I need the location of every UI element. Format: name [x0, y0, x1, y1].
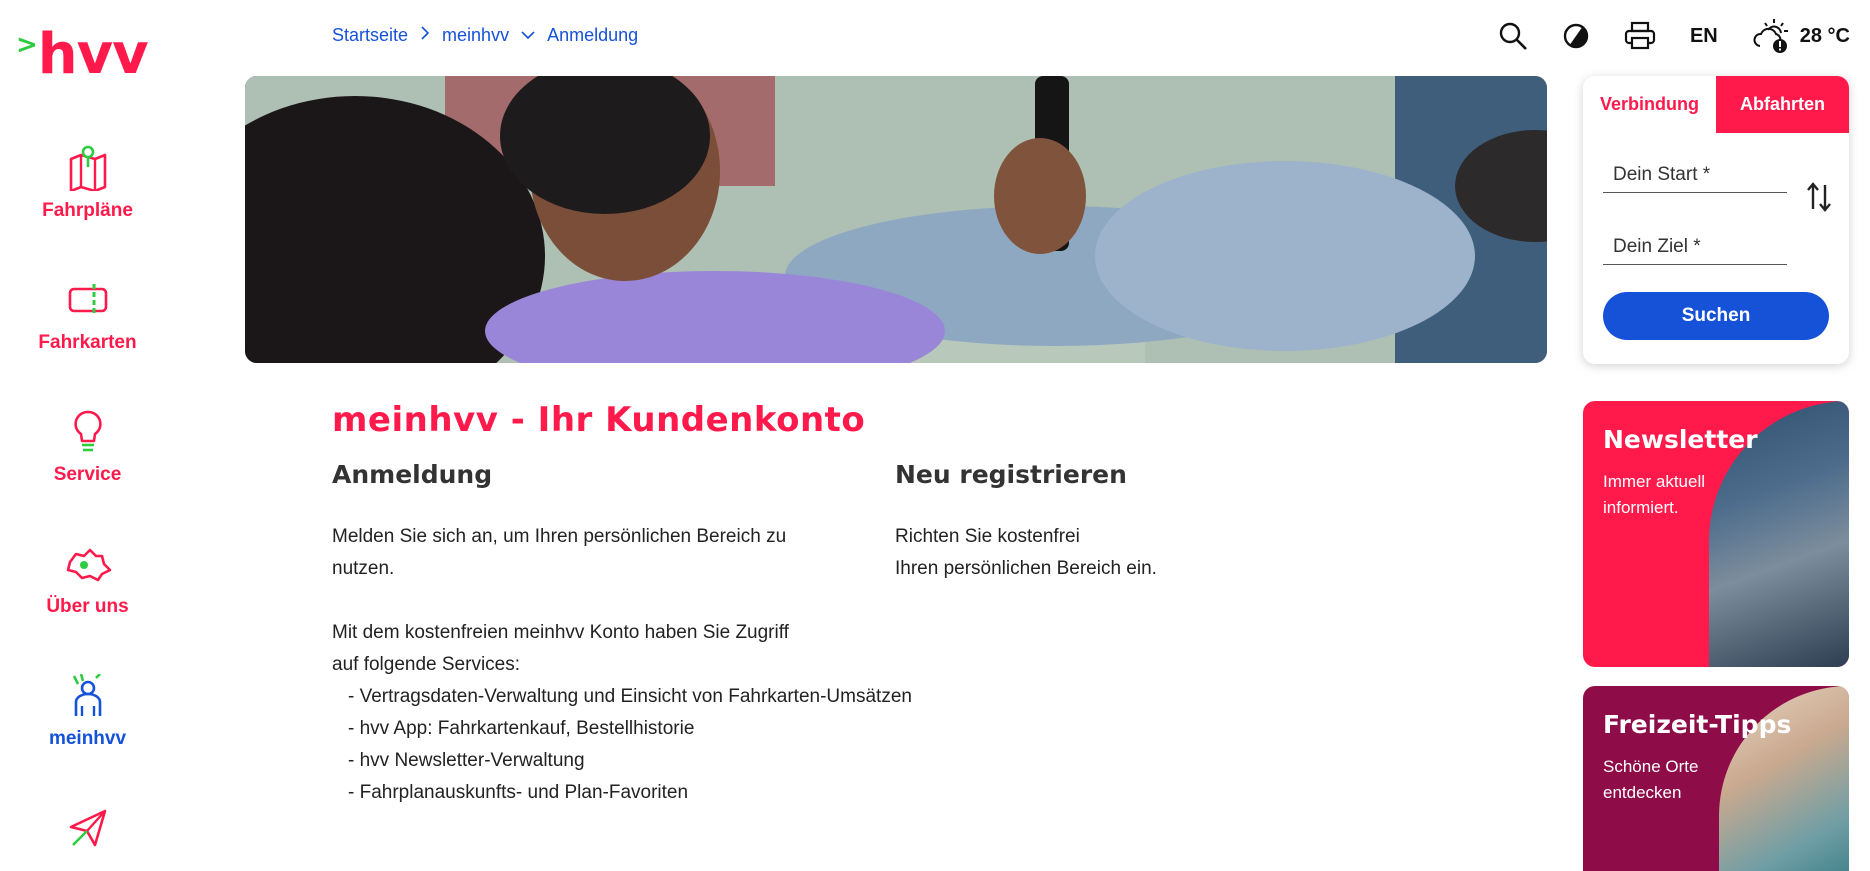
tab-verbindung[interactable]: Verbindung [1583, 76, 1716, 133]
search-button[interactable] [1498, 18, 1528, 54]
login-services-line-1: Mit dem kostenfreien meinhvv Konto haben… [332, 622, 789, 643]
swap-button[interactable] [1803, 178, 1835, 216]
logo-chevron: > [16, 30, 38, 60]
breadcrumb-current[interactable]: Anmeldung [547, 25, 638, 46]
lightbulb-icon [64, 408, 112, 456]
login-intro-line-1: Melden Sie sich an, um Ihren persönliche… [332, 526, 787, 547]
leisure-tips-title: Freizeit-Tipps [1603, 710, 1792, 739]
list-item: - Fahrplanauskunfts- und Plan-Favoriten [348, 782, 689, 803]
destination-input[interactable]: Dein Ziel * [1603, 236, 1787, 265]
register-section: Neu registrieren Richten Sie kostenfrei … [895, 460, 1295, 585]
contrast-icon [1563, 23, 1589, 49]
hvv-logo[interactable]: > hvv [16, 22, 166, 90]
page-title: meinhvv - Ihr Kundenkonto [332, 400, 866, 440]
weather-widget[interactable]: 28 °C [1752, 18, 1850, 54]
sidebar-item-label: Über uns [46, 596, 129, 617]
hero-image [245, 76, 1547, 363]
sidebar-item-fahrkarten[interactable]: Fahrkarten [0, 276, 175, 354]
leisure-tips-text: Schöne Orte entdecken [1603, 757, 1699, 802]
sidebar-item-label: Service [53, 464, 122, 485]
breadcrumb: Startseite meinhvv Anmeldung [332, 25, 638, 46]
widget-tabs: Verbindung Abfahrten [1583, 76, 1849, 133]
list-item: - hvv App: Fahrkartenkauf, Bestellhistor… [348, 718, 695, 739]
sidebar-item-meinhvv[interactable]: meinhvv [0, 672, 175, 750]
start-input[interactable]: Dein Start * [1603, 164, 1787, 193]
language-switch[interactable]: EN [1690, 18, 1718, 54]
weather-warning-icon [1753, 19, 1788, 53]
sidebar-item-label: Fahrkarten [38, 332, 137, 353]
register-line-1: Richten Sie kostenfrei [895, 526, 1080, 547]
tab-abfahrten[interactable]: Abfahrten [1716, 76, 1849, 133]
printer-icon [1624, 21, 1656, 50]
sidebar-item-label: meinhvv [48, 728, 127, 749]
ticket-icon [64, 276, 112, 324]
newsletter-text: Immer aktuell informiert. [1603, 472, 1706, 517]
sidebar-item-ueber-uns[interactable]: Über uns [0, 540, 175, 618]
hamburg-map-icon [64, 540, 112, 588]
paper-plane-icon [64, 804, 112, 852]
logo-text: hvv [37, 22, 149, 87]
chevron-right-icon [420, 26, 430, 45]
person-icon [64, 672, 112, 720]
search-connection-button[interactable]: Suchen [1603, 292, 1829, 340]
leisure-tips-card[interactable]: Freizeit-Tipps Schöne Orte entdecken [1583, 686, 1849, 871]
sidebar-item-fahrplaene[interactable]: Fahrpläne [0, 144, 175, 222]
breadcrumb-meinhvv[interactable]: meinhvv [442, 25, 509, 46]
register-heading[interactable]: Neu registrieren [895, 460, 1295, 489]
contrast-button[interactable] [1562, 18, 1590, 54]
newsletter-card[interactable]: Newsletter Immer aktuell informiert. [1583, 401, 1849, 667]
login-services-line-2: auf folgende Services: [332, 654, 521, 675]
sidebar-item-contact[interactable] [0, 804, 175, 852]
connection-search-widget: Verbindung Abfahrten Dein Start * Dein Z… [1583, 76, 1849, 364]
swap-arrows-icon [1807, 182, 1831, 212]
temperature: 28 °C [1799, 24, 1850, 47]
services-list: - Vertragsdaten-Verwaltung und Einsicht … [332, 681, 932, 809]
sidebar-item-label: Fahrpläne [42, 200, 133, 221]
top-toolbar: EN 28 °C [1464, 18, 1850, 54]
register-line-2: Ihren persönlichen Bereich ein. [895, 558, 1157, 579]
breadcrumb-home[interactable]: Startseite [332, 25, 408, 46]
sidebar-item-service[interactable]: Service [0, 408, 175, 486]
list-item: - hvv Newsletter-Verwaltung [348, 750, 585, 771]
newsletter-title: Newsletter [1603, 425, 1758, 454]
login-intro-line-2: nutzen. [332, 558, 395, 579]
login-heading: Anmeldung [332, 460, 493, 489]
list-item: - Vertragsdaten-Verwaltung und Einsicht … [348, 686, 912, 707]
map-icon [64, 144, 112, 192]
login-section: Anmeldung Melden Sie sich an, um Ihren p… [332, 460, 932, 809]
chevron-down-icon[interactable] [521, 27, 535, 45]
print-button[interactable] [1624, 18, 1656, 54]
search-icon [1499, 22, 1527, 50]
